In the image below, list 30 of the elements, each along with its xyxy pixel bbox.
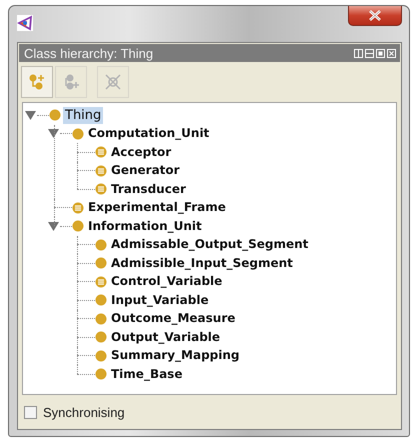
maximize-icon[interactable] bbox=[376, 48, 385, 58]
expand-toggle-icon[interactable] bbox=[48, 220, 59, 232]
expand-toggle-icon[interactable] bbox=[25, 110, 36, 121]
tree-item[interactable]: Thing bbox=[63, 106, 104, 124]
app-logo-icon bbox=[17, 15, 33, 31]
tree-item[interactable]: Time_Base bbox=[109, 366, 184, 383]
add-subclass-icon bbox=[28, 73, 46, 91]
delete-icon bbox=[104, 73, 122, 91]
checkbox-label: Synchronising bbox=[43, 404, 125, 420]
tree-item[interactable]: Input_Variable bbox=[109, 292, 211, 309]
tree-item[interactable]: Admissable_Output_Segment bbox=[109, 236, 310, 254]
split-view-icon[interactable] bbox=[354, 48, 363, 58]
tree-item[interactable]: Experimental_Frame bbox=[86, 199, 228, 216]
tree-item[interactable]: Admissible_Input_Segment bbox=[109, 254, 295, 272]
close-icon bbox=[368, 10, 382, 21]
tree-item[interactable]: Computation_Unit bbox=[86, 125, 212, 142]
tree-item[interactable]: Transducer bbox=[109, 180, 188, 198]
expand-toggle-icon[interactable] bbox=[48, 128, 59, 140]
tree-item[interactable]: Outcome_Measure bbox=[109, 310, 238, 328]
checkbox[interactable] bbox=[24, 406, 37, 418]
split-horizontal-icon[interactable] bbox=[365, 48, 374, 58]
tree-item[interactable]: Information_Unit bbox=[86, 218, 204, 235]
tree-item[interactable]: Control_Variable bbox=[109, 273, 224, 290]
tree-item[interactable]: Generator bbox=[109, 162, 182, 180]
tree-item[interactable]: Output_Variable bbox=[109, 328, 222, 346]
close-icon[interactable] bbox=[387, 48, 396, 58]
close-button[interactable] bbox=[348, 6, 402, 26]
tree-item[interactable]: Acceptor bbox=[109, 144, 174, 161]
panel-title: Class hierarchy: Thing bbox=[24, 46, 154, 60]
tree-item[interactable]: Summary_Mapping bbox=[109, 347, 242, 364]
